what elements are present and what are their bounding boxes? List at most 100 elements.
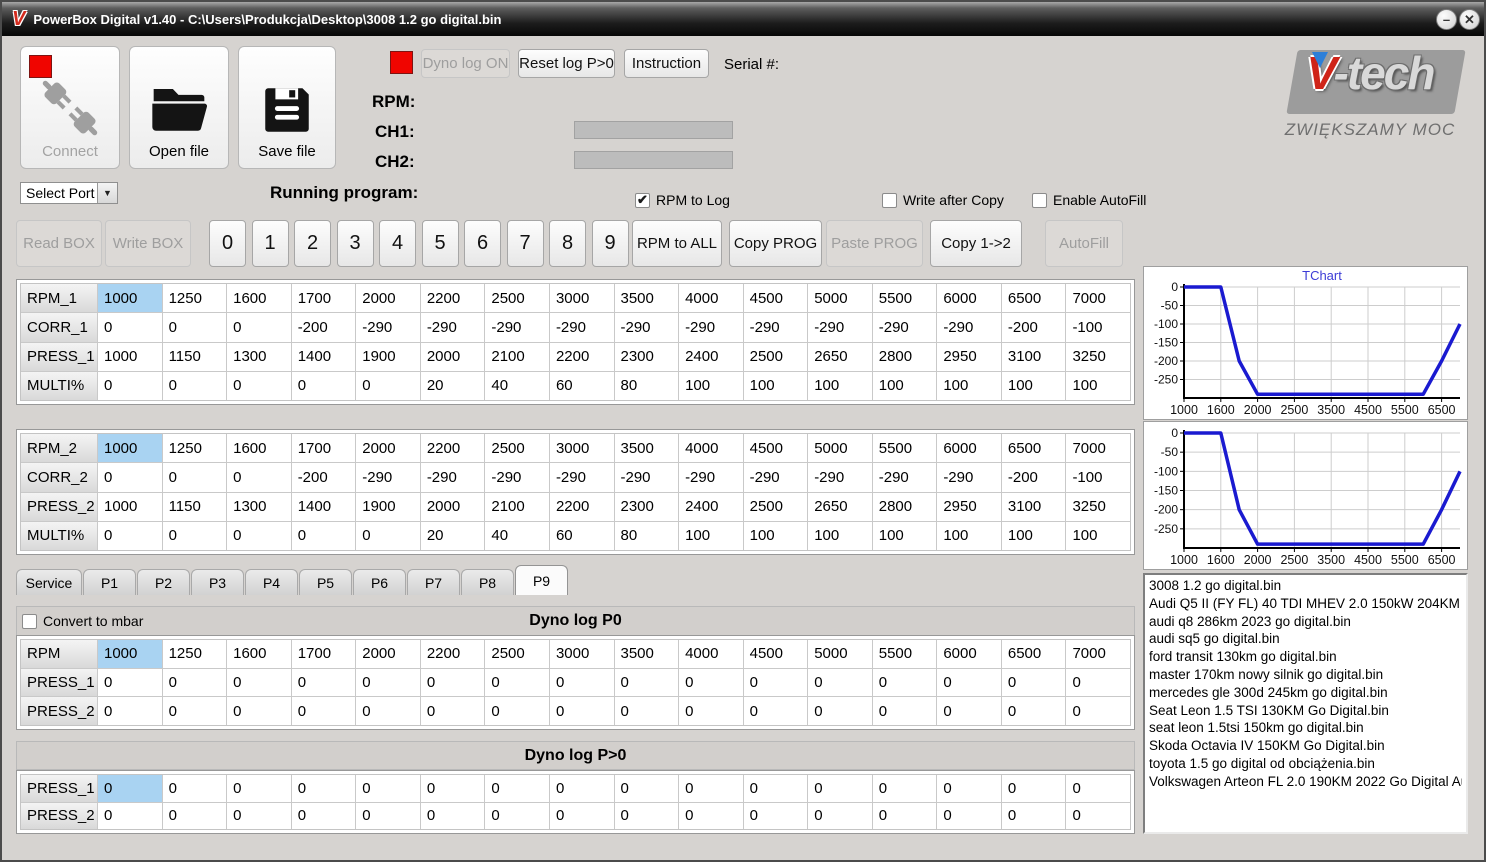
grid-cell-press-2-11[interactable]: 0: [808, 802, 872, 829]
grid-cell-press-2-4[interactable]: 1900: [356, 492, 420, 521]
grid-cell-press-1-8[interactable]: 2300: [614, 342, 679, 371]
grid-cell-press-2-5[interactable]: 2000: [420, 492, 485, 521]
grid-cell-press-2-12[interactable]: 0: [872, 802, 937, 829]
grid-cell-rpm-8[interactable]: 3500: [614, 640, 679, 668]
save-file-button[interactable]: Save file: [238, 46, 336, 169]
grid-cell-press-1-3[interactable]: 1400: [291, 342, 356, 371]
grid-cell-press-2-12[interactable]: 2800: [872, 492, 937, 521]
grid-cell-corr-1-5[interactable]: -290: [420, 313, 485, 342]
grid-cell-rpm-1-7[interactable]: 3000: [549, 284, 614, 313]
grid-cell-corr-2-4[interactable]: -290: [356, 463, 420, 492]
grid-cell-rpm-2-10[interactable]: 4500: [743, 434, 808, 463]
file-list-item-audi-sq5-go-digital-bin[interactable]: audi sq5 go digital.bin: [1149, 630, 1462, 648]
grid-cell-rpm-2-0[interactable]: 1000: [98, 434, 162, 463]
grid-cell-press-2-7[interactable]: 0: [549, 697, 614, 725]
grid-cell-press-1-14[interactable]: 3100: [1001, 342, 1066, 371]
grid-cell-corr-1-9[interactable]: -290: [679, 313, 743, 342]
grid-cell-press-1-8[interactable]: 0: [614, 668, 679, 697]
grid-cell-multi-0[interactable]: 0: [98, 371, 162, 400]
grid-cell-rpm-1[interactable]: 1250: [162, 640, 227, 668]
grid-cell-rpm-2-6[interactable]: 2500: [485, 434, 549, 463]
grid-cell-press-2-10[interactable]: 0: [743, 697, 808, 725]
grid-cell-press-1-13[interactable]: 0: [937, 775, 1001, 802]
grid-cell-press-1-13[interactable]: 2950: [937, 342, 1001, 371]
grid-cell-press-1-10[interactable]: 2500: [743, 342, 808, 371]
grid-cell-press-2-5[interactable]: 0: [420, 697, 485, 725]
grid-cell-rpm-10[interactable]: 4500: [743, 640, 808, 668]
tab-p6[interactable]: P6: [353, 569, 406, 595]
grid-cell-press-1-9[interactable]: 0: [679, 668, 743, 697]
tab-p3[interactable]: P3: [191, 569, 244, 595]
grid-cell-press-1-12[interactable]: 2800: [872, 342, 937, 371]
grid-cell-corr-1-14[interactable]: -200: [1001, 313, 1066, 342]
enable-autofill-checkbox[interactable]: Enable AutoFill: [1032, 192, 1146, 208]
tab-p1[interactable]: P1: [83, 569, 136, 595]
tab-service[interactable]: Service: [16, 569, 82, 595]
grid-cell-press-1-1[interactable]: 1150: [162, 342, 227, 371]
program-button-8[interactable]: 8: [549, 220, 586, 267]
tab-p2[interactable]: P2: [137, 569, 190, 595]
grid-cell-press-1-2[interactable]: 1300: [227, 342, 291, 371]
autofill-button[interactable]: AutoFill: [1045, 220, 1123, 267]
grid-cell-press-2-6[interactable]: 0: [485, 697, 549, 725]
grid-cell-press-1-3[interactable]: 0: [291, 668, 356, 697]
grid-cell-press-2-11[interactable]: 2650: [808, 492, 872, 521]
grid-cell-corr-1-11[interactable]: -290: [808, 313, 872, 342]
grid-cell-press-2-6[interactable]: 2100: [485, 492, 549, 521]
grid-cell-press-1-10[interactable]: 0: [743, 775, 808, 802]
grid-cell-press-2-4[interactable]: 0: [356, 802, 420, 829]
grid-cell-press-1-0[interactable]: 0: [98, 775, 162, 802]
connect-button[interactable]: Connect: [20, 46, 120, 169]
grid-cell-corr-1-13[interactable]: -290: [937, 313, 1001, 342]
grid-cell-rpm-1-9[interactable]: 4000: [679, 284, 743, 313]
grid-cell-press-1-9[interactable]: 0: [679, 775, 743, 802]
grid-cell-press-1-15[interactable]: 0: [1066, 668, 1130, 697]
file-list-item-mercedes-gle-300d-245km-go-digital-bin[interactable]: mercedes gle 300d 245km go digital.bin: [1149, 684, 1462, 702]
grid-cell-rpm-1-15[interactable]: 7000: [1066, 284, 1130, 313]
grid-cell-rpm-4[interactable]: 2000: [356, 640, 420, 668]
grid-cell-press-2-10[interactable]: 2500: [743, 492, 808, 521]
grid-cell-press-1-12[interactable]: 0: [872, 775, 937, 802]
grid-cell-multi-1[interactable]: 0: [162, 521, 227, 550]
grid-cell-rpm-5[interactable]: 2200: [420, 640, 485, 668]
program-button-6[interactable]: 6: [464, 220, 501, 267]
grid-cell-multi-13[interactable]: 100: [937, 521, 1001, 550]
grid-cell-corr-2-14[interactable]: -200: [1001, 463, 1066, 492]
grid-cell-rpm-1-0[interactable]: 1000: [98, 284, 162, 313]
grid-cell-corr-1-8[interactable]: -290: [614, 313, 679, 342]
file-list-item-seat-leon-1-5-tsi-130km-go-digital-bin[interactable]: Seat Leon 1.5 TSI 130KM Go Digital.bin: [1149, 702, 1462, 720]
grid-cell-rpm-2-2[interactable]: 1600: [227, 434, 291, 463]
file-list-item-toyota-1-5-go-digital-od-obci-enia-bin[interactable]: toyota 1.5 go digital od obciążenia.bin: [1149, 755, 1462, 773]
grid-cell-multi-4[interactable]: 0: [356, 521, 420, 550]
reset-log-button[interactable]: Reset log P>0: [518, 49, 615, 78]
grid-cell-press-2-9[interactable]: 0: [679, 802, 743, 829]
grid-cell-rpm-1-13[interactable]: 6000: [937, 284, 1001, 313]
grid-cell-multi-7[interactable]: 60: [549, 371, 614, 400]
grid-cell-press-1-5[interactable]: 0: [420, 668, 485, 697]
grid-cell-rpm-1-12[interactable]: 5500: [872, 284, 937, 313]
grid-cell-press-1-12[interactable]: 0: [872, 668, 937, 697]
grid-cell-corr-2-15[interactable]: -100: [1066, 463, 1130, 492]
grid-cell-press-2-0[interactable]: 0: [98, 802, 162, 829]
grid-cell-press-1-6[interactable]: 0: [485, 775, 549, 802]
grid-cell-press-2-3[interactable]: 1400: [291, 492, 356, 521]
grid-cell-corr-2-0[interactable]: 0: [98, 463, 162, 492]
grid-cell-press-2-3[interactable]: 0: [291, 802, 356, 829]
grid-cell-press-2-9[interactable]: 2400: [679, 492, 743, 521]
grid-cell-rpm-1-4[interactable]: 2000: [356, 284, 420, 313]
rpm-to-all-button[interactable]: RPM to ALL: [632, 220, 722, 267]
grid-cell-press-2-15[interactable]: 3250: [1066, 492, 1130, 521]
grid-cell-rpm-2-8[interactable]: 3500: [614, 434, 679, 463]
grid-cell-press-2-13[interactable]: 0: [937, 697, 1001, 725]
copy-1-to-2-button[interactable]: Copy 1->2: [930, 220, 1022, 267]
grid-cell-multi-11[interactable]: 100: [808, 521, 872, 550]
grid-cell-press-1-6[interactable]: 0: [485, 668, 549, 697]
grid-cell-multi-10[interactable]: 100: [743, 521, 808, 550]
grid-cell-press-2-15[interactable]: 0: [1066, 802, 1130, 829]
grid-cell-press-1-5[interactable]: 2000: [420, 342, 485, 371]
file-list-item-ford-transit-130km-go-digital-bin[interactable]: ford transit 130km go digital.bin: [1149, 648, 1462, 666]
grid-cell-multi-12[interactable]: 100: [872, 371, 937, 400]
file-list-item-master-170km-nowy-silnik-go-digital-bin[interactable]: master 170km nowy silnik go digital.bin: [1149, 666, 1462, 684]
grid-cell-multi-13[interactable]: 100: [937, 371, 1001, 400]
grid-cell-multi-9[interactable]: 100: [679, 371, 743, 400]
